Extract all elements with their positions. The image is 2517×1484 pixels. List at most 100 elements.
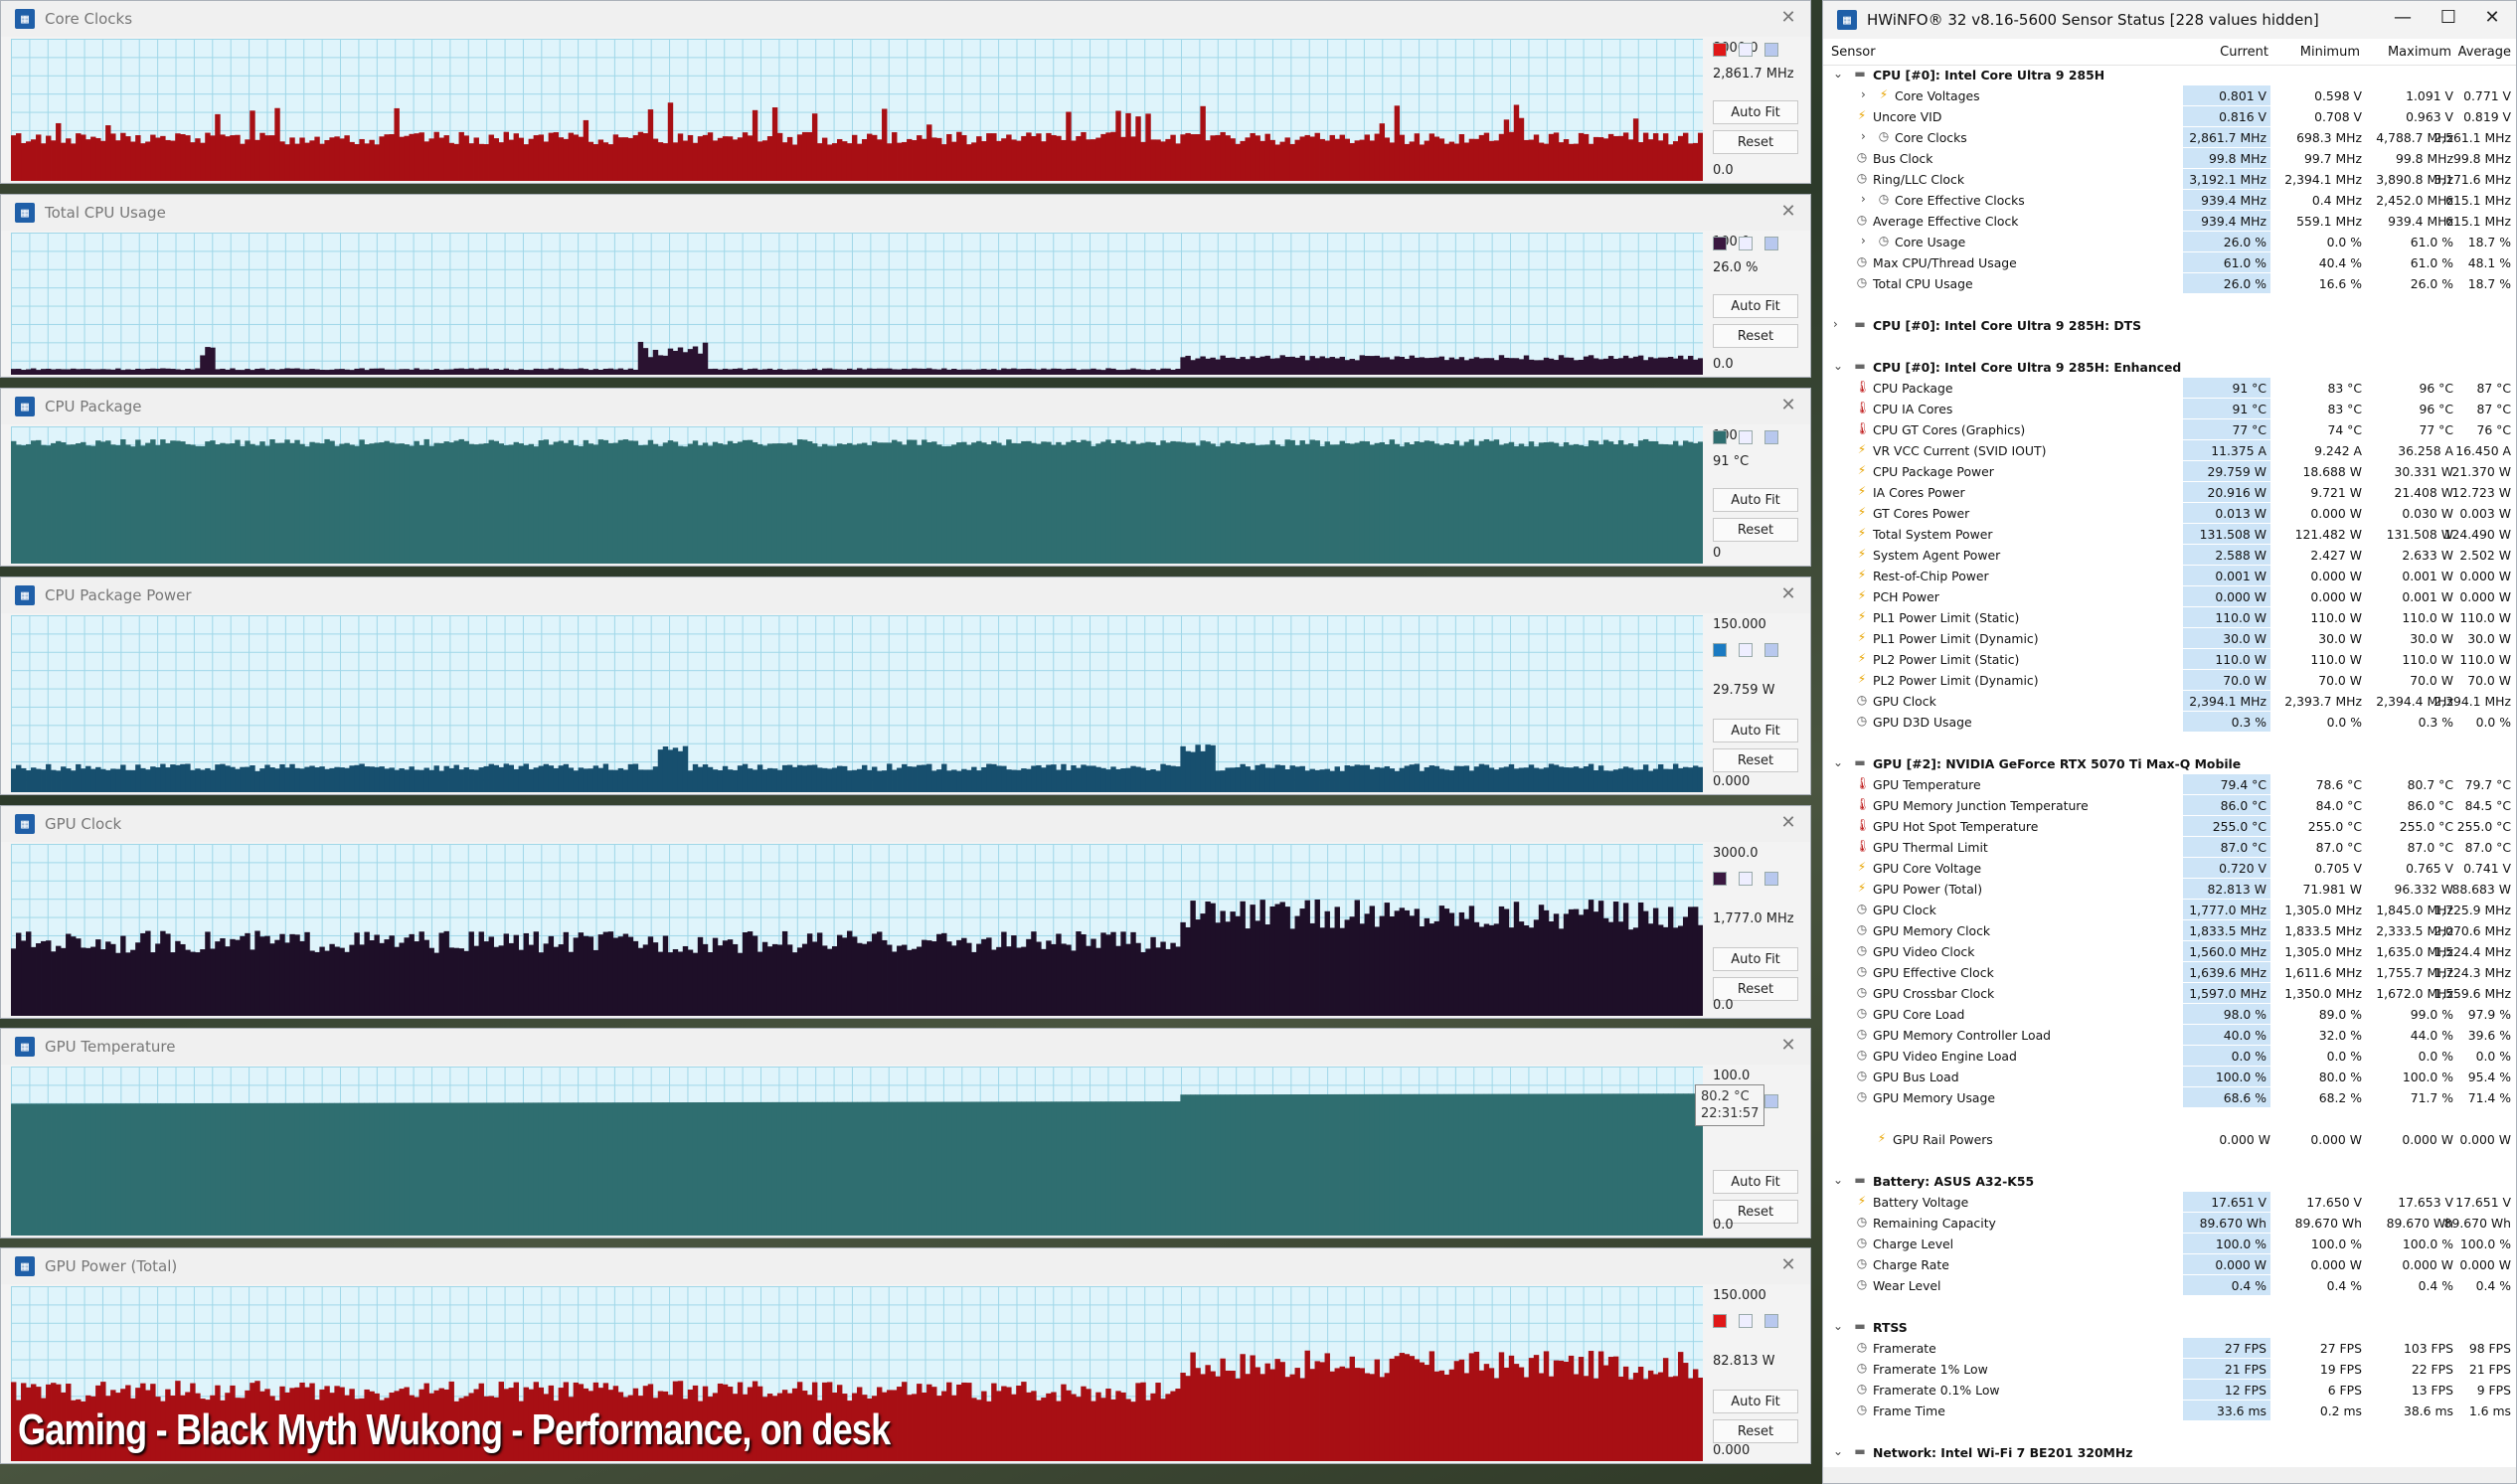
sensor-row[interactable]: 🌡 CPU GT Cores (Graphics) 77 °C 74 °C 77 °C 7…	[1823, 419, 2516, 440]
sensor-row[interactable]: ⚡ Battery Voltage 17.651 V 17.650 V 17.653 V…	[1823, 1192, 2516, 1213]
sensor-row[interactable]: 🌡 GPU Memory Junction Temperature 86.0 °C 8…	[1823, 795, 2516, 816]
fill-swatch[interactable]	[1739, 430, 1753, 444]
graph-title-bar[interactable]: ▦ Core Clocks	[1, 1, 1810, 37]
sensor-row[interactable]: ⚡ System Agent Power 2.588 W 2.427 W 2.633 W…	[1823, 545, 2516, 566]
graph-close-icon[interactable]: ✕	[1776, 201, 1800, 222]
color-swatch[interactable]	[1713, 643, 1727, 657]
fill-swatch[interactable]	[1739, 872, 1753, 886]
style-swatch[interactable]	[1764, 643, 1778, 657]
fill-swatch[interactable]	[1739, 43, 1753, 57]
sensor-row[interactable]: ◷ Frame Time 33.6 ms 0.2 ms 38.6 ms 1.6 ms	[1823, 1401, 2516, 1421]
fill-swatch[interactable]	[1739, 237, 1753, 250]
reset-button[interactable]: Reset	[1713, 130, 1798, 154]
graph-title-bar[interactable]: ▦ GPU Clock	[1, 806, 1810, 842]
sensor-row[interactable]: 🌡 GPU Temperature 79.4 °C 78.6 °C 80.7 °C 79.…	[1823, 774, 2516, 795]
sensor-row[interactable]: ◷ Total CPU Usage 26.0 % 16.6 % 26.0 % 18.7 %	[1823, 273, 2516, 294]
sensor-row[interactable]: ⚡ CPU Package Power 29.759 W 18.688 W 30.331…	[1823, 461, 2516, 482]
sensor-row[interactable]: ◷ GPU Crossbar Clock 1,597.0 MHz 1,350.0 MH…	[1823, 983, 2516, 1004]
sensor-row[interactable]: ⚡ GT Cores Power 0.013 W 0.000 W 0.030 W 0.00…	[1823, 503, 2516, 524]
sensor-row[interactable]: ◷ GPU Bus Load 100.0 % 80.0 % 100.0 % 95.4 %	[1823, 1067, 2516, 1087]
style-swatch[interactable]	[1764, 1314, 1778, 1328]
auto-fit-button[interactable]: Auto Fit	[1713, 1390, 1798, 1413]
column-average[interactable]: Average	[2432, 45, 2511, 60]
sensor-row[interactable]: ◷ Framerate 0.1% Low 12 FPS 6 FPS 13 FPS 9 FP…	[1823, 1380, 2516, 1401]
graph-title-bar[interactable]: ▦ CPU Package Power	[1, 577, 1810, 613]
sensor-row[interactable]: ◷ Charge Rate 0.000 W 0.000 W 0.000 W 0.000 W	[1823, 1254, 2516, 1275]
sensor-row[interactable]: ⚡ Total System Power 131.508 W 121.482 W 131…	[1823, 524, 2516, 545]
sensor-row[interactable]: ⚡ GPU Power (Total) 82.813 W 71.981 W 96.332…	[1823, 879, 2516, 900]
sensor-row[interactable]: ◷ Remaining Capacity 89.670 Wh 89.670 Wh 89.…	[1823, 1213, 2516, 1234]
sensor-row[interactable]: ◷ Framerate 1% Low 21 FPS 19 FPS 22 FPS 21 FP…	[1823, 1359, 2516, 1380]
graph-close-icon[interactable]: ✕	[1776, 1254, 1800, 1275]
expand-chevron-icon[interactable]: ›	[1861, 192, 1866, 206]
reset-button[interactable]: Reset	[1713, 748, 1798, 772]
sensor-row[interactable]: ⚡ PL1 Power Limit (Dynamic) 30.0 W 30.0 W 30…	[1823, 628, 2516, 649]
collapse-chevron-icon[interactable]: ⌄	[1833, 67, 1843, 81]
color-swatch[interactable]	[1713, 1314, 1727, 1328]
collapse-chevron-icon[interactable]: ⌄	[1833, 1173, 1843, 1187]
sensor-row[interactable]: ⚡ GPU Rail Powers 0.000 W 0.000 W 0.000 W 0.0…	[1823, 1129, 2516, 1150]
graph-close-icon[interactable]: ✕	[1776, 812, 1800, 833]
collapse-chevron-icon[interactable]: ⌄	[1833, 1319, 1843, 1333]
sensor-row[interactable]: › ◷ Core Clocks 2,861.7 MHz 698.3 MHz 4,788.7…	[1823, 127, 2516, 148]
sensor-row[interactable]: ◷ GPU Effective Clock 1,639.6 MHz 1,611.6 M…	[1823, 962, 2516, 983]
sensor-row[interactable]: 🌡 CPU IA Cores 91 °C 83 °C 96 °C 87 °C	[1823, 399, 2516, 419]
sensor-row[interactable]: ◷ Max CPU/Thread Usage 61.0 % 40.4 % 61.0 % 4…	[1823, 252, 2516, 273]
sensor-row[interactable]: ⚡ IA Cores Power 20.916 W 9.721 W 21.408 W 12…	[1823, 482, 2516, 503]
sensor-group-row[interactable]: ⌄ ▬ CPU [#0]: Intel Core Ultra 9 285H	[1823, 65, 2516, 85]
auto-fit-button[interactable]: Auto Fit	[1713, 719, 1798, 742]
graph-close-icon[interactable]: ✕	[1776, 583, 1800, 604]
maximize-icon[interactable]: ☐	[2431, 7, 2466, 28]
auto-fit-button[interactable]: Auto Fit	[1713, 488, 1798, 512]
sensor-row[interactable]: ◷ GPU Clock 2,394.1 MHz 2,393.7 MHz 2,394.4 …	[1823, 691, 2516, 712]
close-icon[interactable]: ✕	[2474, 7, 2510, 28]
sensor-row[interactable]: ◷ GPU Memory Usage 68.6 % 68.2 % 71.7 % 71.4 …	[1823, 1087, 2516, 1108]
sensor-row[interactable]: › ⚡ Core Voltages 0.801 V 0.598 V 1.091 V 0.77…	[1823, 85, 2516, 106]
sensor-row[interactable]: 🌡 GPU Hot Spot Temperature 255.0 °C 255.0 °…	[1823, 816, 2516, 837]
auto-fit-button[interactable]: Auto Fit	[1713, 947, 1798, 971]
style-swatch[interactable]	[1764, 872, 1778, 886]
fill-swatch[interactable]	[1739, 1314, 1753, 1328]
auto-fit-button[interactable]: Auto Fit	[1713, 100, 1798, 124]
sensor-row[interactable]: ◷ Charge Level 100.0 % 100.0 % 100.0 % 100.0 …	[1823, 1234, 2516, 1254]
sensor-row[interactable]: ⚡ PL2 Power Limit (Static) 110.0 W 110.0 W1…	[1823, 649, 2516, 670]
sensor-group-row[interactable]: ⌄ ▬ Battery: ASUS A32-K55	[1823, 1171, 2516, 1192]
sensor-row[interactable]: › ◷ Core Usage 26.0 % 0.0 % 61.0 % 18.7 %	[1823, 232, 2516, 252]
minimize-icon[interactable]: —	[2385, 7, 2421, 28]
graph-title-bar[interactable]: ▦ Total CPU Usage	[1, 195, 1810, 231]
style-swatch[interactable]	[1764, 43, 1778, 57]
sensor-row[interactable]: ◷ GPU Video Engine Load 0.0 % 0.0 % 0.0 % 0.0…	[1823, 1046, 2516, 1067]
column-current[interactable]: Current	[2189, 45, 2268, 60]
graph-title-bar[interactable]: ▦ CPU Package	[1, 389, 1810, 424]
sensor-row[interactable]: ◷ Average Effective Clock 939.4 MHz 559.1 M…	[1823, 211, 2516, 232]
sensor-group-row[interactable]: ⌄ ▬ GPU [#2]: NVIDIA GeForce RTX 5070 Ti M…	[1823, 753, 2516, 774]
sensor-row[interactable]: ⚡ GPU Core Voltage 0.720 V 0.705 V 0.765 V 0.…	[1823, 858, 2516, 879]
auto-fit-button[interactable]: Auto Fit	[1713, 1170, 1798, 1194]
auto-fit-button[interactable]: Auto Fit	[1713, 294, 1798, 318]
expand-chevron-icon[interactable]: ›	[1861, 87, 1866, 101]
sensor-row[interactable]: ⚡ PL1 Power Limit (Static) 110.0 W 110.0 W1…	[1823, 607, 2516, 628]
style-swatch[interactable]	[1764, 430, 1778, 444]
sensor-row[interactable]: ◷ GPU Memory Controller Load 40.0 % 32.0 % 4…	[1823, 1025, 2516, 1046]
column-minimum[interactable]: Minimum	[2280, 45, 2360, 60]
sensor-row[interactable]: ◷ GPU Clock 1,777.0 MHz 1,305.0 MHz 1,845.0 …	[1823, 900, 2516, 920]
sensor-group-row[interactable]: ⌄ ▬ RTSS	[1823, 1317, 2516, 1338]
color-swatch[interactable]	[1713, 872, 1727, 886]
sensor-group-row[interactable]: › ▬ CPU [#0]: Intel Core Ultra 9 285H: DTS	[1823, 315, 2516, 336]
sensor-row[interactable]: 🌡 CPU Package 91 °C 83 °C 96 °C 87 °C	[1823, 378, 2516, 399]
reset-button[interactable]: Reset	[1713, 518, 1798, 542]
sensor-row[interactable]: ⚡ PCH Power 0.000 W 0.000 W 0.001 W 0.000 W	[1823, 586, 2516, 607]
sensor-row[interactable]: ◷ GPU Memory Clock 1,833.5 MHz 1,833.5 MHz 2…	[1823, 920, 2516, 941]
expand-chevron-icon[interactable]: ›	[1861, 129, 1866, 143]
sensor-group-row[interactable]: ⌄ ▬ Network: Intel Wi-Fi 7 BE201 320MHz	[1823, 1442, 2516, 1463]
expand-chevron-icon[interactable]: ›	[1833, 317, 1838, 331]
sensor-group-row[interactable]: ⌄ ▬ CPU [#0]: Intel Core Ultra 9 285H: Enh…	[1823, 357, 2516, 378]
graph-close-icon[interactable]: ✕	[1776, 395, 1800, 415]
reset-button[interactable]: Reset	[1713, 324, 1798, 348]
sensor-row[interactable]: ◷ Bus Clock 99.8 MHz 99.7 MHz 99.8 MHz 99.8 M…	[1823, 148, 2516, 169]
sensor-row[interactable]: ◷ GPU Core Load 98.0 % 89.0 % 99.0 % 97.9 %	[1823, 1004, 2516, 1025]
column-sensor[interactable]: Sensor	[1831, 45, 1876, 60]
style-swatch[interactable]	[1764, 237, 1778, 250]
collapse-chevron-icon[interactable]: ⌄	[1833, 359, 1843, 373]
sensor-row[interactable]: ◷ Ring/LLC Clock 3,192.1 MHz 2,394.1 MHz 3,8…	[1823, 169, 2516, 190]
